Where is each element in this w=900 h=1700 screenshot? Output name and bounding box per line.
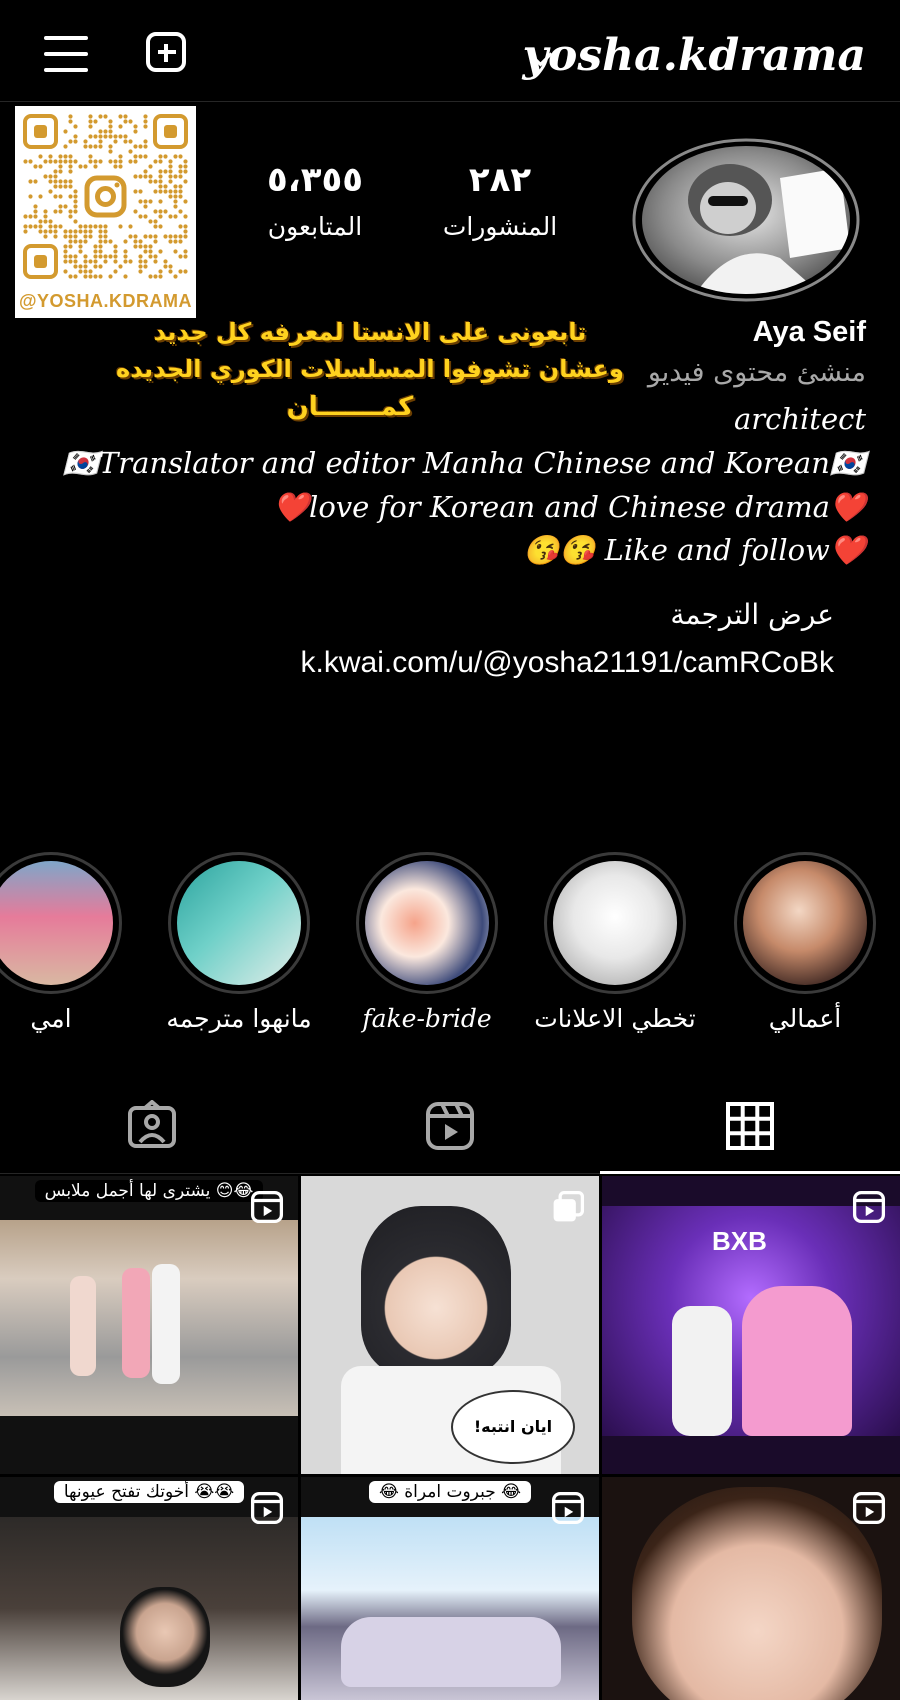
post-overlay-text: BXB: [712, 1226, 767, 1256]
post-thumbnail[interactable]: [602, 1477, 900, 1700]
hamburger-menu-icon[interactable]: [40, 28, 92, 80]
promo-line-3: كمـــــــان: [286, 392, 414, 422]
tagged-person-icon[interactable]: [126, 1100, 178, 1152]
highlight-item[interactable]: fake-bride: [352, 852, 502, 1033]
profile-username[interactable]: yosha.kdrama: [522, 28, 866, 84]
reels-icon: [551, 1491, 585, 1525]
post-thumbnail[interactable]: يشترى لها أجمل ملابس 😊😂: [0, 1176, 298, 1474]
highlight-item[interactable]: أعمالي: [730, 852, 880, 1033]
bio-link[interactable]: k.kwai.com/u/@yosha21191/camRCoBk: [301, 646, 834, 680]
instagram-logo-icon: [84, 175, 127, 218]
post-image: [361, 1206, 511, 1376]
header-divider: [0, 101, 900, 102]
bio-line-2: 🇰🇷Translator and editor Manha Chinese an…: [62, 446, 866, 480]
highlight-label: امي: [30, 1004, 72, 1033]
reels-icon: [250, 1190, 284, 1224]
bio-line-3: ❤️love for Korean and Chinese drama❤️: [272, 490, 866, 524]
plus-square-icon[interactable]: [142, 28, 194, 80]
profile-name: Aya Seif: [752, 316, 866, 348]
highlight-cover: [0, 861, 113, 985]
posts-label: المنشورات: [442, 212, 558, 241]
reels-icon[interactable]: [424, 1100, 476, 1152]
profile-avatar[interactable]: [630, 138, 862, 302]
qr-pattern: [23, 114, 188, 279]
reels-icon: [852, 1491, 886, 1525]
speech-bubble: !ايان انتبه: [451, 1390, 575, 1464]
qr-handle: @YOSHA.KDRAMA: [18, 291, 193, 311]
highlight-item[interactable]: مانهوا مترجمه: [164, 852, 314, 1033]
post-thumbnail[interactable]: 😂 جبروت امراة 😂: [301, 1477, 599, 1700]
followers-label[interactable]: المتابعون: [225, 212, 405, 241]
qr-code: @YOSHA.KDRAMA: [15, 106, 196, 318]
highlight-cover: [743, 861, 867, 985]
highlight-cover: [365, 861, 489, 985]
reels-icon: [250, 1491, 284, 1525]
posts-count: ٢٨٢: [468, 160, 532, 200]
promo-line-1: تابعونى على الانستا لمعرفه كل جديد: [153, 318, 587, 346]
post-thumbnail[interactable]: أخوتك تفتح عيونها 😭😭: [0, 1477, 298, 1700]
bio-line-1: architect: [733, 402, 866, 436]
carousel-icon: [553, 1190, 585, 1222]
post-thumbnail[interactable]: !ايان انتبه: [301, 1176, 599, 1474]
profile-category: منشئ محتوى فيديو: [647, 357, 866, 388]
active-tab-indicator: [600, 1171, 900, 1174]
highlight-cover: [553, 861, 677, 985]
followers-count[interactable]: ٥،٣٥٥: [225, 160, 405, 200]
reels-icon: [852, 1190, 886, 1224]
bio-line-4: 😘😘 Like and follow❤️: [523, 533, 866, 567]
see-translation-link[interactable]: عرض الترجمة: [670, 598, 834, 631]
promo-line-2: وعشان تشوفوا المسلسلات الكوري الجديده: [116, 355, 624, 383]
post-image: [632, 1487, 882, 1700]
post-thumbnail[interactable]: BXB: [602, 1176, 900, 1474]
highlight-item[interactable]: امي: [0, 852, 126, 1033]
grid-icon[interactable]: [724, 1100, 776, 1152]
highlight-cover: [177, 861, 301, 985]
highlight-item[interactable]: تخطي الاعلانات: [534, 852, 696, 1033]
